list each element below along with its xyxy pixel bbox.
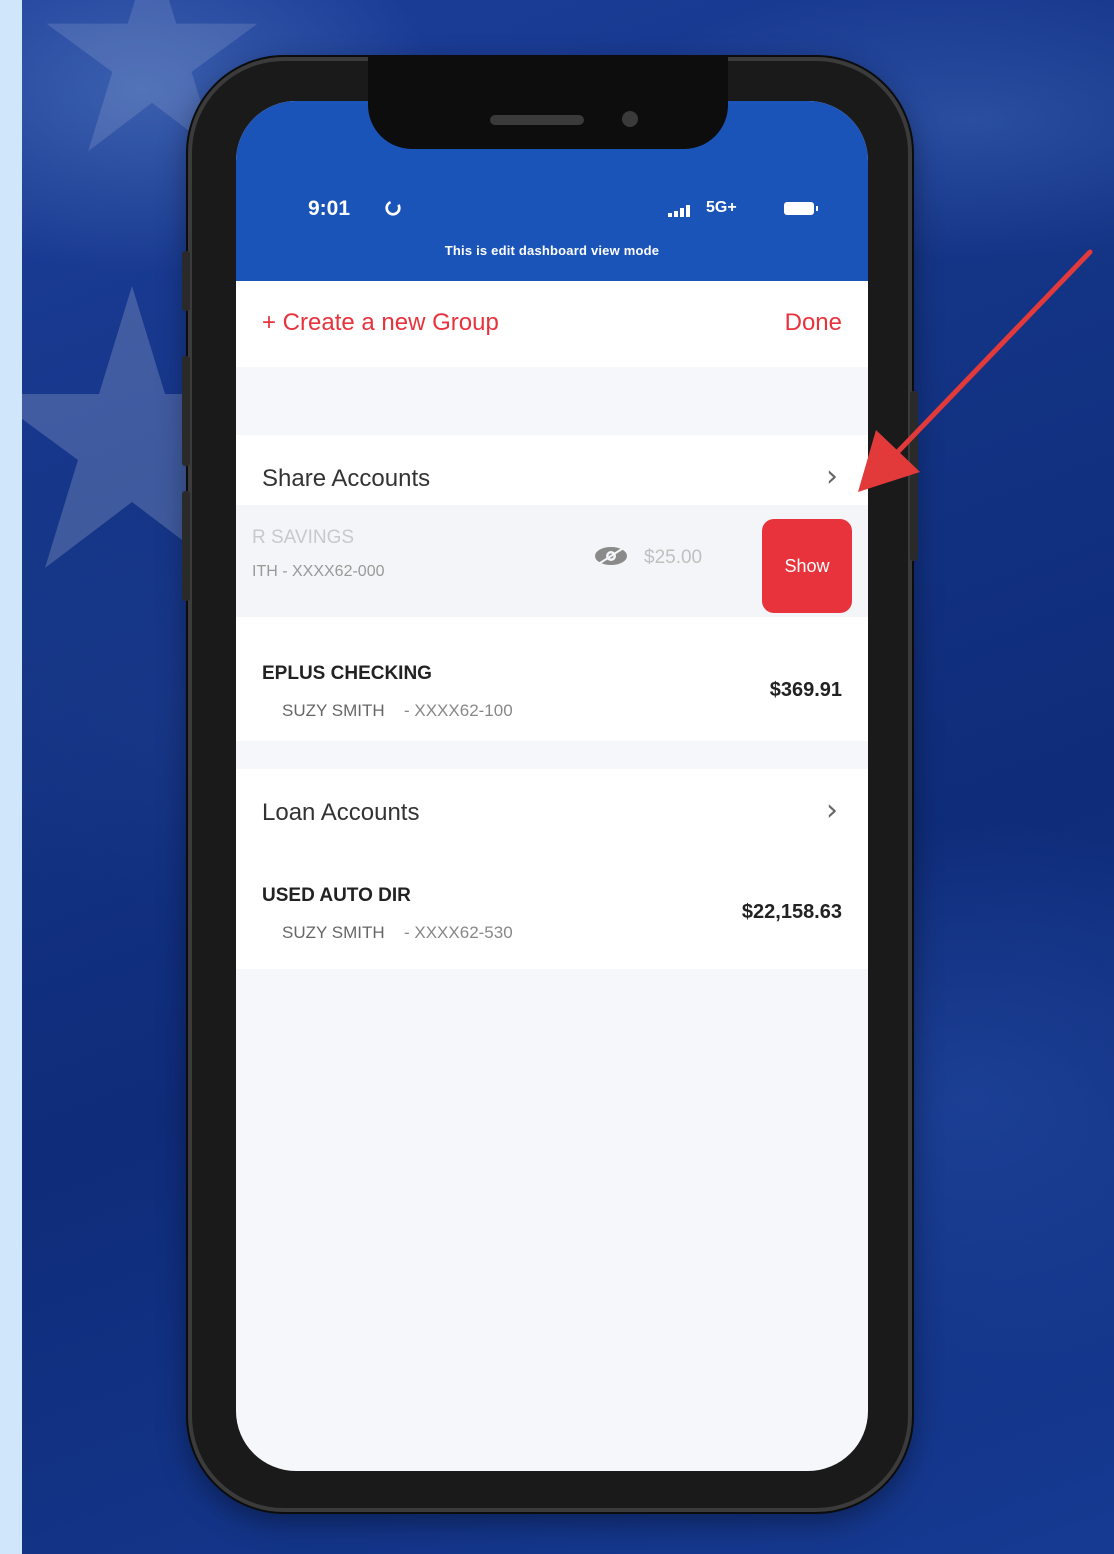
share-accounts-title: Share Accounts [262, 465, 431, 492]
account-name: R SAVINGS [252, 527, 355, 548]
account-balance: $369.91 [769, 679, 842, 701]
account-owner: SUZY SMITH [282, 701, 385, 720]
phone-frame: 9:01 5G+ This is edit dashboard view mod… [182, 57, 918, 1512]
show-account-button[interactable]: Show [762, 519, 852, 613]
speaker-grille [490, 115, 584, 125]
account-number: - XXXX62-530 [404, 923, 513, 942]
phone-notch [368, 57, 728, 149]
create-group-button[interactable]: + Create a new Group [262, 309, 499, 337]
account-balance: $25.00 [644, 547, 703, 568]
mute-switch [182, 251, 190, 311]
volume-down-button [182, 491, 190, 601]
signal-icon [668, 205, 690, 217]
account-name: USED AUTO DIR [262, 885, 411, 906]
status-time: 9:01 [308, 197, 351, 220]
account-row[interactable]: USED AUTO DIR SUZY SMITH - XXXX62-530 $2… [236, 865, 868, 969]
edit-toolbar: + Create a new Group Done [236, 281, 868, 367]
front-camera [622, 111, 638, 127]
chevron-right-icon[interactable]: › [826, 793, 838, 828]
account-name: EPLUS CHECKING [262, 663, 432, 684]
account-balance: $22,158.63 [741, 901, 842, 923]
battery-icon [784, 202, 818, 215]
sync-icon [385, 200, 401, 216]
account-owner: SUZY SMITH [282, 923, 385, 942]
account-number: - XXXX62-100 [404, 701, 513, 720]
network-type: 5G+ [706, 199, 737, 216]
loan-accounts-title: Loan Accounts [262, 799, 420, 826]
swiped-account-row[interactable]: R SAVINGS ITH - XXXX62-000 $25.00 Show [236, 505, 868, 617]
volume-up-button [182, 356, 190, 466]
chevron-right-icon[interactable]: › [826, 459, 838, 494]
hidden-eye-icon [595, 546, 627, 566]
phone-screen: 9:01 5G+ This is edit dashboard view mod… [236, 101, 868, 1471]
account-row[interactable]: EPLUS CHECKING SUZY SMITH - XXXX62-100 $… [236, 623, 868, 741]
edit-mode-banner: This is edit dashboard view mode [236, 235, 868, 281]
account-owner-number: ITH - XXXX62-000 [252, 563, 385, 580]
done-button[interactable]: Done [785, 309, 842, 337]
edit-mode-text: This is edit dashboard view mode [444, 243, 660, 258]
loan-accounts-group: Loan Accounts › USED AUTO DIR SUZY SMITH… [236, 769, 868, 969]
pointer-arrow-icon [858, 249, 1093, 492]
